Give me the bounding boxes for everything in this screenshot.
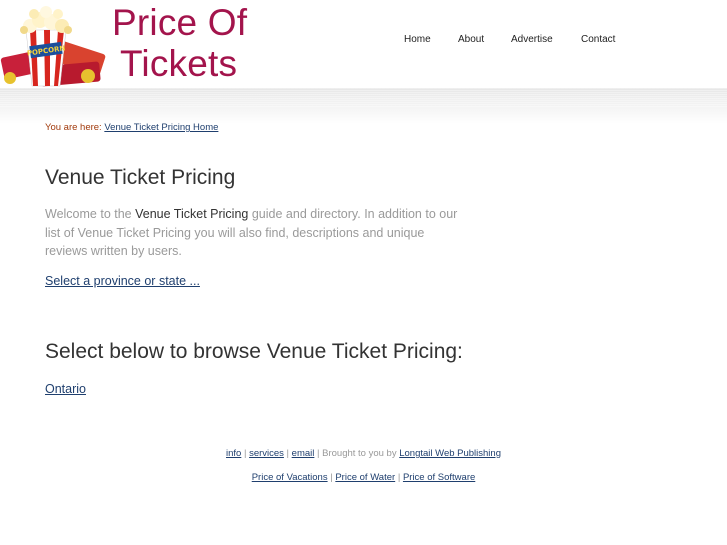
intro-strong: Venue Ticket Pricing xyxy=(135,207,249,221)
footer-row-2: Price of Vacations | Price of Water | Pr… xyxy=(251,472,476,483)
nav-contact-link[interactable]: Contact xyxy=(581,34,615,46)
breadcrumb-prefix: You are here: xyxy=(45,122,102,133)
nav-about-link[interactable]: About xyxy=(458,34,484,46)
header-divider-band xyxy=(0,88,727,124)
footer-water-link[interactable]: Price of Water xyxy=(335,472,395,483)
breadcrumb: You are here: Venue Ticket Pricing Home xyxy=(45,122,218,133)
logo-line2: Tickets xyxy=(120,43,238,84)
top-nav: Home About Advertise Contact xyxy=(0,34,727,48)
nav-home-link[interactable]: Home xyxy=(404,34,431,46)
nav-advertise-link[interactable]: Advertise xyxy=(511,34,553,46)
select-province-link[interactable]: Select a province or state ... xyxy=(45,274,200,288)
footer-info-link[interactable]: info xyxy=(226,448,241,459)
footer-services-link[interactable]: services xyxy=(249,448,284,459)
browse-heading: Select below to browse Venue Ticket Pric… xyxy=(45,340,463,363)
footer-row-1: info | services | email | Brought to you… xyxy=(226,448,501,459)
intro-before: Welcome to the xyxy=(45,207,132,221)
breadcrumb-home-link[interactable]: Venue Ticket Pricing Home xyxy=(104,122,218,133)
intro-paragraph: Welcome to the Venue Ticket Pricing guid… xyxy=(45,205,465,261)
footer-publisher-link[interactable]: Longtail Web Publishing xyxy=(399,448,501,459)
page-title: Venue Ticket Pricing xyxy=(45,166,236,189)
footer-software-link[interactable]: Price of Software xyxy=(403,472,475,483)
footer-vacations-link[interactable]: Price of Vacations xyxy=(252,472,328,483)
footer-brought-by: Brought to you by xyxy=(322,448,397,459)
region-link-ontario[interactable]: Ontario xyxy=(45,382,86,396)
site-header: POPCORN Price Of Tickets Home About Adve… xyxy=(0,0,727,88)
footer-email-link[interactable]: email xyxy=(292,448,315,459)
